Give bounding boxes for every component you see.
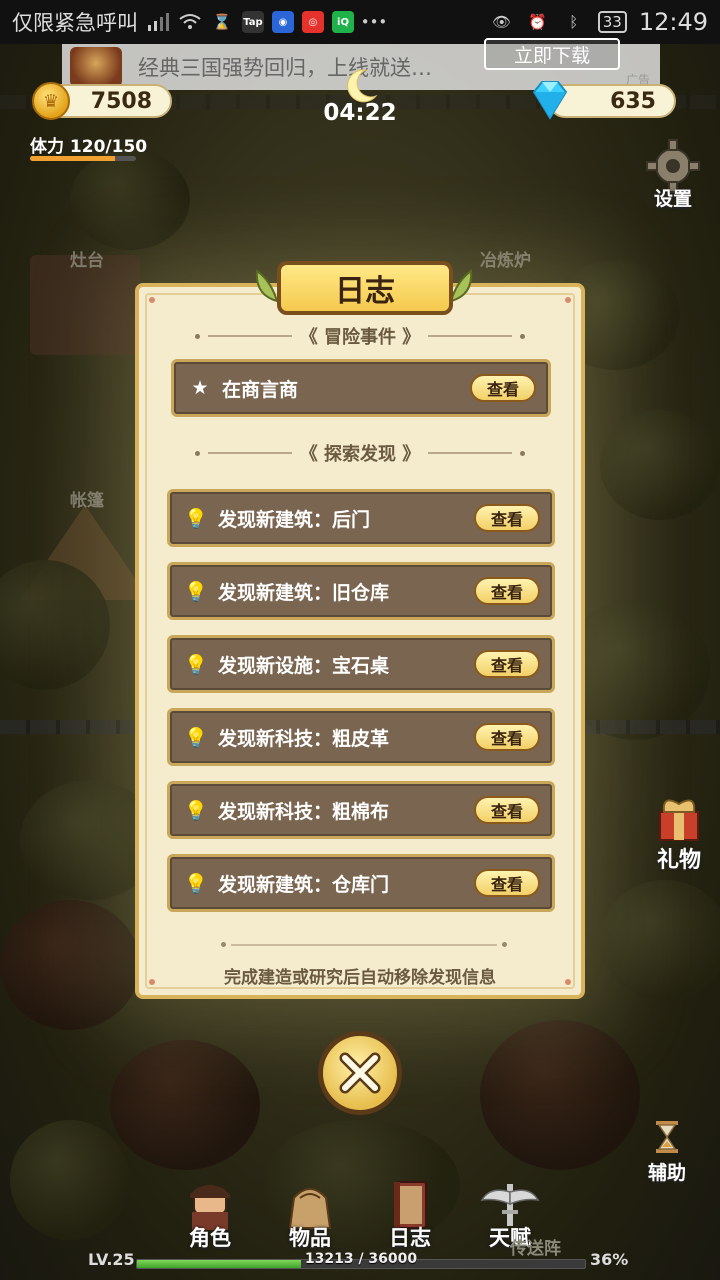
discovery-section-header: 《 探索发现 》 xyxy=(139,440,581,466)
nav-character[interactable]: 角色 xyxy=(170,1180,250,1252)
nav-items[interactable]: 物品 xyxy=(270,1180,350,1252)
discovery-label: 发现新科技：粗皮革 xyxy=(218,727,390,750)
gift-icon xyxy=(659,799,699,841)
discovery-row[interactable]: 💡 发现新设施：宝石桌 查看 xyxy=(167,635,555,693)
notification-text: 仅限紧急呼叫 xyxy=(12,11,138,35)
gem-amount: 635 xyxy=(610,88,656,114)
weibo-app-icon: ◎ xyxy=(302,11,324,33)
xp-percent: 36% xyxy=(590,1250,629,1269)
taptap-app-icon: Tap xyxy=(242,11,264,33)
dialog-title: 日志 xyxy=(277,261,453,315)
leaf-ornament-right xyxy=(449,269,473,303)
footer-divider xyxy=(221,942,507,947)
furnace-label: 冶炼炉 xyxy=(480,251,531,271)
adventure-section-header: 《 冒险事件 》 xyxy=(139,323,581,349)
discovery-label: 发现新建筑：后门 xyxy=(218,508,371,531)
view-button[interactable]: 查看 xyxy=(474,504,540,532)
experience-bar: LV.25 13213 / 36000 36% xyxy=(0,1246,720,1280)
signal-icon xyxy=(146,12,170,32)
discovery-row[interactable]: 💡 发现新建筑：后门 查看 xyxy=(167,489,555,547)
discovery-label: 发现新建筑：仓库门 xyxy=(218,873,390,896)
ad-download-button[interactable]: 立即下载 xyxy=(484,38,620,70)
gift-label: 礼物 xyxy=(656,848,701,873)
xp-text: 13213 / 36000 xyxy=(304,1251,418,1267)
hourglass-icon xyxy=(656,1121,678,1153)
footer-note: 完成建造或研究后自动移除发现信息 xyxy=(224,968,496,988)
discovery-row[interactable]: 💡 发现新科技：粗棉布 查看 xyxy=(167,781,555,839)
discovery-row[interactable]: 💡 发现新建筑：仓库门 查看 xyxy=(167,854,555,912)
status-clock: 12:49 xyxy=(638,8,708,36)
day-timer: 04:22 xyxy=(323,100,397,126)
iqiyi-app-icon: iQ xyxy=(332,11,354,33)
lightbulb-icon: 💡 xyxy=(184,799,208,822)
discovery-label: 发现新设施：宝石桌 xyxy=(218,654,390,677)
level-label: LV.25 xyxy=(88,1250,135,1269)
star-icon: ★ xyxy=(191,377,209,399)
view-button[interactable]: 查看 xyxy=(474,796,540,824)
discovery-row[interactable]: 💡 发现新科技：粗皮革 查看 xyxy=(167,708,555,766)
diamond-icon xyxy=(532,81,568,120)
assist-button[interactable]: 辅助 xyxy=(640,1120,694,1185)
view-button[interactable]: 查看 xyxy=(470,374,536,402)
stamina-label: 体力 120/150 xyxy=(30,137,148,157)
journal-dialog: 日志 《 冒险事件 》 ★ 在商言商 查看 《 探索发现 》 💡 发现新建筑：后… xyxy=(135,261,585,999)
alarm-icon: ⏰ xyxy=(528,13,548,31)
adventure-header-text: 《 冒险事件 》 xyxy=(299,327,421,348)
leaf-ornament-left xyxy=(255,269,279,303)
wifi-icon xyxy=(178,12,202,32)
stamina-bar xyxy=(30,156,136,161)
lightbulb-icon: 💡 xyxy=(184,726,208,749)
lightbulb-icon: 💡 xyxy=(184,580,208,603)
discovery-row[interactable]: 💡 发现新建筑：旧仓库 查看 xyxy=(167,562,555,620)
battery-indicator: 33 xyxy=(597,11,627,33)
lightbulb-icon: 💡 xyxy=(184,872,208,895)
view-button[interactable]: 查看 xyxy=(474,650,540,678)
view-button[interactable]: 查看 xyxy=(474,723,540,751)
stamina-fill xyxy=(30,156,115,161)
lightbulb-icon: 💡 xyxy=(184,507,208,530)
crown-coin-icon: ♛ xyxy=(32,82,70,120)
view-button[interactable]: 查看 xyxy=(474,577,540,605)
more-notifications-icon: ••• xyxy=(360,13,388,31)
adventure-label: 在商言商 xyxy=(222,378,299,401)
nav-journal[interactable]: 日志 xyxy=(370,1180,450,1252)
view-button[interactable]: 查看 xyxy=(474,869,540,897)
settings-button[interactable]: 设置 xyxy=(640,138,706,211)
assist-label: 辅助 xyxy=(647,1162,686,1184)
tent-label: 帐篷 xyxy=(70,491,104,511)
discovery-header-text: 《 探索发现 》 xyxy=(299,444,421,465)
adventure-row[interactable]: ★ 在商言商 查看 xyxy=(171,359,551,417)
stove-label: 灶台 xyxy=(70,251,104,271)
discovery-label: 发现新科技：粗棉布 xyxy=(218,800,390,823)
lightbulb-icon: 💡 xyxy=(184,653,208,676)
eye-icon: 👁 xyxy=(492,13,512,31)
ad-thumbnail xyxy=(70,47,122,87)
hourglass-status-icon: ⌛ xyxy=(212,13,232,31)
coin-amount: 7508 xyxy=(90,88,152,114)
close-button[interactable] xyxy=(318,1031,402,1115)
app-notification-icon: ◉ xyxy=(272,11,294,33)
discovery-label: 发现新建筑：旧仓库 xyxy=(218,581,390,604)
close-icon xyxy=(339,1052,381,1094)
bluetooth-icon: ᛒ xyxy=(569,13,579,31)
gift-button[interactable]: 礼物 xyxy=(644,790,714,874)
